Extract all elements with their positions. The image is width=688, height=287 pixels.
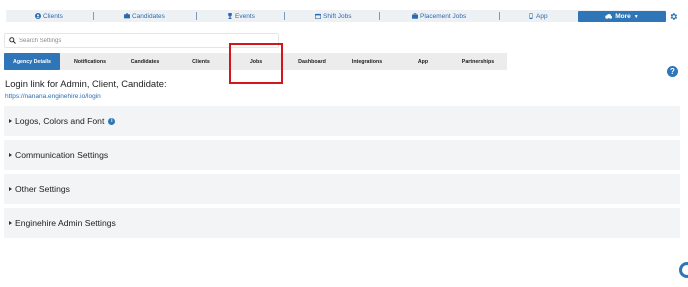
nav-divider: [284, 12, 285, 20]
tab-clients[interactable]: Clients: [173, 53, 229, 70]
tab-dashboard[interactable]: Dashboard: [284, 53, 340, 70]
jobs-tab-highlight: [229, 43, 283, 84]
gear-icon[interactable]: [669, 12, 678, 21]
nav-divider: [93, 12, 94, 20]
nav-shift-jobs-label: Shift Jobs: [323, 12, 352, 20]
tab-candidates[interactable]: Candidates: [117, 53, 173, 70]
info-icon[interactable]: i: [108, 117, 116, 125]
cloud-icon: [605, 14, 613, 19]
nav-placement-jobs[interactable]: Placement Jobs: [412, 10, 466, 22]
user-circle-icon: [35, 13, 41, 19]
nav-shift-jobs[interactable]: Shift Jobs: [315, 10, 352, 22]
chevron-down-icon: ▼: [633, 13, 639, 20]
caret-right-icon: [9, 119, 12, 123]
section-label: Enginehire Admin Settings: [15, 218, 116, 228]
help-icon[interactable]: ?: [667, 66, 678, 77]
more-menu-label: More: [615, 13, 631, 20]
nav-divider: [379, 12, 380, 20]
tab-partnerships[interactable]: Partnerships: [450, 53, 506, 70]
nav-candidates-label: Candidates: [132, 12, 165, 20]
login-link[interactable]: https://nanana.enginehire.io/login: [5, 93, 101, 100]
nav-clients[interactable]: Clients: [35, 10, 63, 22]
section-label: Logos, Colors and Font: [15, 116, 105, 126]
nav-app-label: App: [536, 12, 548, 20]
briefcase-icon: [412, 13, 418, 19]
nav-events[interactable]: Events: [227, 10, 255, 22]
nav-candidates[interactable]: Candidates: [124, 10, 165, 22]
id-card-icon: [124, 13, 130, 19]
tab-integrations[interactable]: Integrations: [339, 53, 395, 70]
section-communication-settings[interactable]: Communication Settings: [4, 140, 680, 170]
section-label: Other Settings: [15, 184, 70, 194]
caret-right-icon: [9, 187, 12, 191]
more-menu-button[interactable]: More ▼: [578, 11, 666, 22]
top-navigation: Clients Candidates Events Shift Jobs Pla…: [6, 10, 666, 22]
tab-app[interactable]: App: [395, 53, 451, 70]
section-logos-colors-font[interactable]: Logos, Colors and Font i: [4, 106, 680, 136]
tab-agency-details[interactable]: Agency Details: [4, 53, 60, 70]
nav-events-label: Events: [235, 12, 255, 20]
nav-app[interactable]: App: [528, 10, 548, 22]
nav-divider: [499, 12, 500, 20]
section-enginehire-admin-settings[interactable]: Enginehire Admin Settings: [4, 208, 680, 238]
calendar-icon: [315, 13, 321, 19]
section-label: Communication Settings: [15, 150, 109, 160]
section-other-settings[interactable]: Other Settings: [4, 174, 680, 204]
login-link-label: Login link for Admin, Client, Candidate:: [5, 78, 167, 89]
caret-right-icon: [9, 221, 12, 225]
chat-widget-icon[interactable]: [679, 262, 688, 278]
tab-notifications[interactable]: Notifications: [62, 53, 118, 70]
nav-clients-label: Clients: [43, 12, 63, 20]
trophy-icon: [228, 13, 232, 19]
mobile-icon: [529, 13, 533, 19]
search-icon: [9, 37, 16, 44]
nav-placement-jobs-label: Placement Jobs: [420, 12, 467, 20]
caret-right-icon: [9, 153, 12, 157]
nav-divider: [196, 12, 197, 20]
